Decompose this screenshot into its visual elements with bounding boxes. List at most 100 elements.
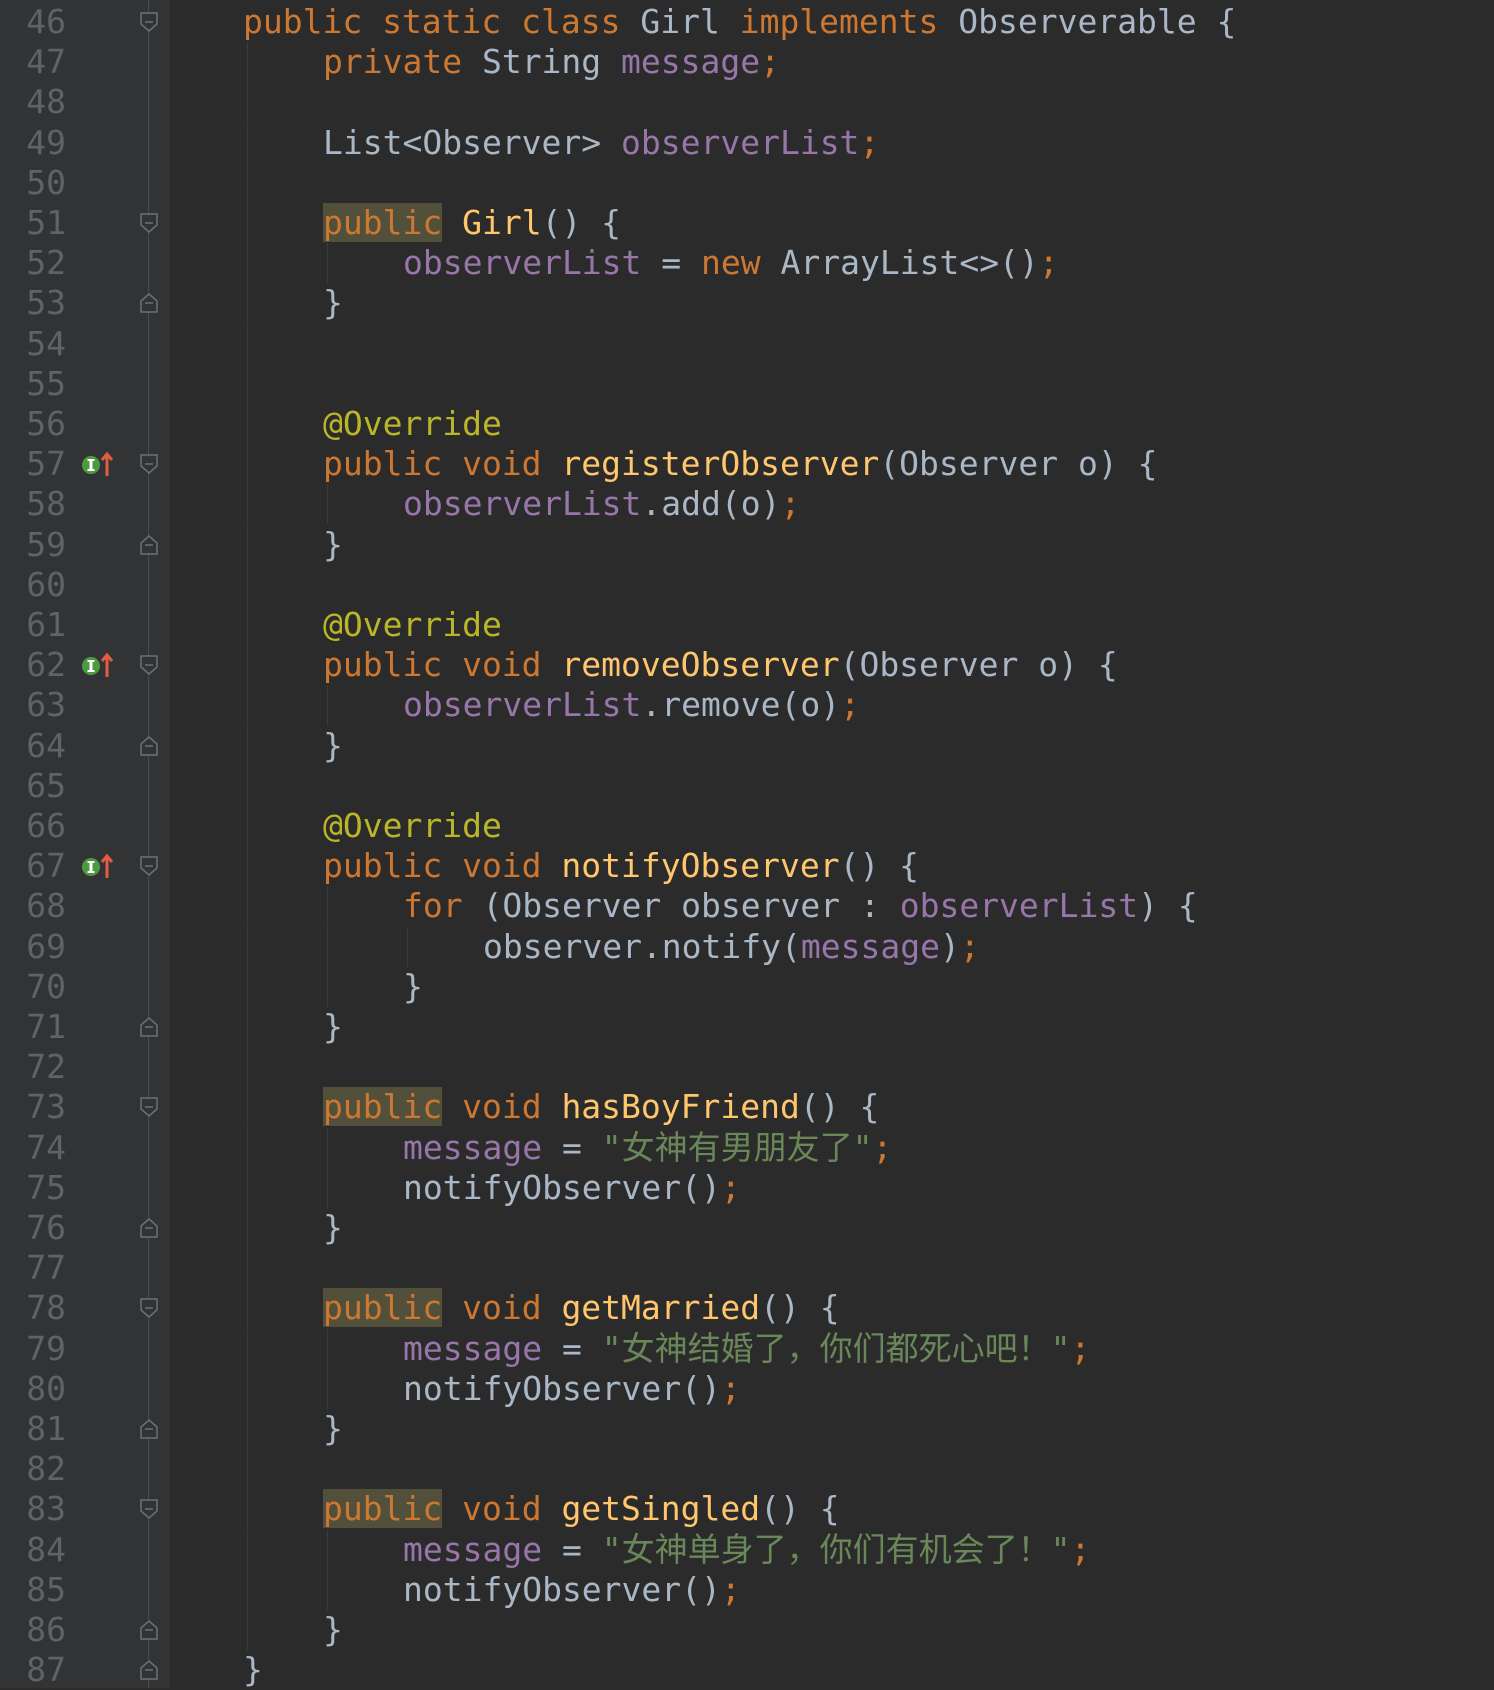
line-number[interactable]: 62 [0,645,66,685]
code-text[interactable]: } [243,1650,263,1690]
fold-marker-icon[interactable] [139,735,159,756]
implements-method-icon[interactable] [80,451,116,477]
code-line[interactable]: 51 public Girl() { [0,203,1494,243]
code-text[interactable]: } [323,283,343,323]
line-number[interactable]: 51 [0,203,66,243]
line-number[interactable]: 83 [0,1489,66,1529]
code-line[interactable]: 52 observerList = new ArrayList<>(); [0,243,1494,284]
line-number[interactable]: 80 [0,1369,66,1409]
code-text[interactable]: public void notifyObserver() { [323,846,919,886]
line-number[interactable]: 87 [0,1650,66,1690]
code-line[interactable]: 66 @Override [0,806,1494,846]
code-line[interactable]: 67 public void notifyObserver() { [0,846,1494,887]
fold-marker-icon[interactable] [139,1499,159,1520]
line-number[interactable]: 84 [0,1530,66,1570]
line-number[interactable]: 78 [0,1288,66,1328]
code-line[interactable]: 69 observer.notify(message); [0,926,1494,967]
line-number[interactable]: 74 [0,1128,66,1168]
line-number[interactable]: 48 [0,82,66,122]
line-number[interactable]: 65 [0,766,66,806]
code-text[interactable]: observerList = new ArrayList<>(); [403,243,1059,283]
code-line[interactable]: 49 List<Observer> observerList; [0,122,1494,163]
line-number[interactable]: 64 [0,726,66,766]
code-text[interactable]: } [323,1007,343,1047]
code-text[interactable]: } [323,525,343,565]
code-editor[interactable]: 46 public static class Girl implements Ob… [0,0,1494,1690]
line-number[interactable]: 53 [0,283,66,323]
line-number[interactable]: 71 [0,1007,66,1047]
code-text[interactable]: public void removeObserver(Observer o) { [323,645,1118,685]
code-line[interactable]: 79 message = "女神结婚了，你们都死心吧！"; [0,1328,1494,1369]
code-line[interactable]: 86} [0,1610,1494,1650]
code-line[interactable]: 54 [0,323,1494,364]
line-number[interactable]: 82 [0,1449,66,1489]
line-number[interactable]: 52 [0,243,66,283]
line-number[interactable]: 50 [0,163,66,203]
code-text[interactable]: for (Observer observer : observerList) { [403,886,1198,926]
line-number[interactable]: 60 [0,565,66,605]
line-number[interactable]: 55 [0,364,66,404]
code-text[interactable]: observer.notify(message); [483,927,980,967]
fold-marker-icon[interactable] [139,1017,159,1037]
code-text[interactable]: message = "女神结婚了，你们都死心吧！"; [403,1329,1090,1369]
code-line[interactable]: 77 [0,1248,1494,1289]
line-number[interactable]: 59 [0,525,66,565]
code-line[interactable]: 60 [0,564,1494,605]
code-line[interactable]: 78 public void getMarried() { [0,1288,1494,1329]
line-number[interactable]: 69 [0,927,66,967]
code-text[interactable]: } [323,1409,343,1449]
code-text[interactable]: notifyObserver(); [403,1168,741,1208]
fold-marker-icon[interactable] [139,1097,159,1118]
line-number[interactable]: 66 [0,806,66,846]
code-text[interactable]: public Girl() { [323,203,621,243]
code-line[interactable]: 50 [0,162,1494,203]
code-text[interactable]: @Override [323,404,502,444]
line-number[interactable]: 56 [0,404,66,444]
code-line[interactable]: 76} [0,1208,1494,1248]
fold-marker-icon[interactable] [139,454,159,475]
fold-marker-icon[interactable] [139,856,159,877]
implements-method-icon[interactable] [80,652,116,678]
code-text[interactable]: @Override [323,605,502,645]
fold-marker-icon[interactable] [139,1660,159,1680]
code-line[interactable]: 72 [0,1047,1494,1088]
code-line[interactable]: 68 for (Observer observer : observerList)… [0,886,1494,927]
line-number[interactable]: 58 [0,484,66,524]
fold-marker-icon[interactable] [139,1620,159,1640]
line-number[interactable]: 86 [0,1610,66,1650]
code-text[interactable]: public void registerObserver(Observer o)… [323,444,1157,484]
line-number[interactable]: 72 [0,1047,66,1087]
fold-marker-icon[interactable] [139,1419,159,1439]
code-text[interactable]: observerList.remove(o); [403,685,860,725]
code-line[interactable]: 56 @Override [0,404,1494,444]
fold-marker-icon[interactable] [139,655,159,676]
line-number[interactable]: 67 [0,846,66,886]
code-line[interactable]: 46 public static class Girl implements Ob… [0,2,1494,42]
code-line[interactable]: 82 [0,1449,1494,1490]
code-line[interactable]: 62 public void removeObserver(Observer o)… [0,645,1494,686]
code-line[interactable]: 65 [0,765,1494,806]
code-text[interactable]: } [403,967,423,1007]
line-number[interactable]: 73 [0,1087,66,1127]
line-number[interactable]: 70 [0,967,66,1007]
code-line[interactable]: 75 notifyObserver(); [0,1167,1494,1208]
line-number[interactable]: 76 [0,1208,66,1248]
fold-marker-icon[interactable] [139,293,159,314]
line-number[interactable]: 61 [0,605,66,645]
code-text[interactable]: } [323,1610,343,1650]
code-text[interactable]: @Override [323,806,502,846]
code-text[interactable]: message = "女神有男朋友了"; [403,1128,892,1168]
line-number[interactable]: 81 [0,1409,66,1449]
code-line[interactable]: 87} [0,1650,1494,1690]
line-number[interactable]: 68 [0,886,66,926]
code-line[interactable]: 58 observerList.add(o); [0,484,1494,525]
code-line[interactable]: 70} [0,966,1494,1007]
fold-marker-icon[interactable] [139,1218,159,1238]
code-line[interactable]: 48 [0,82,1494,123]
code-line[interactable]: 85 notifyObserver(); [0,1569,1494,1610]
line-number[interactable]: 77 [0,1248,66,1288]
implements-method-icon[interactable] [80,853,116,879]
code-line[interactable]: 64} [0,725,1494,766]
line-number[interactable]: 57 [0,444,66,484]
code-text[interactable]: notifyObserver(); [403,1369,741,1409]
